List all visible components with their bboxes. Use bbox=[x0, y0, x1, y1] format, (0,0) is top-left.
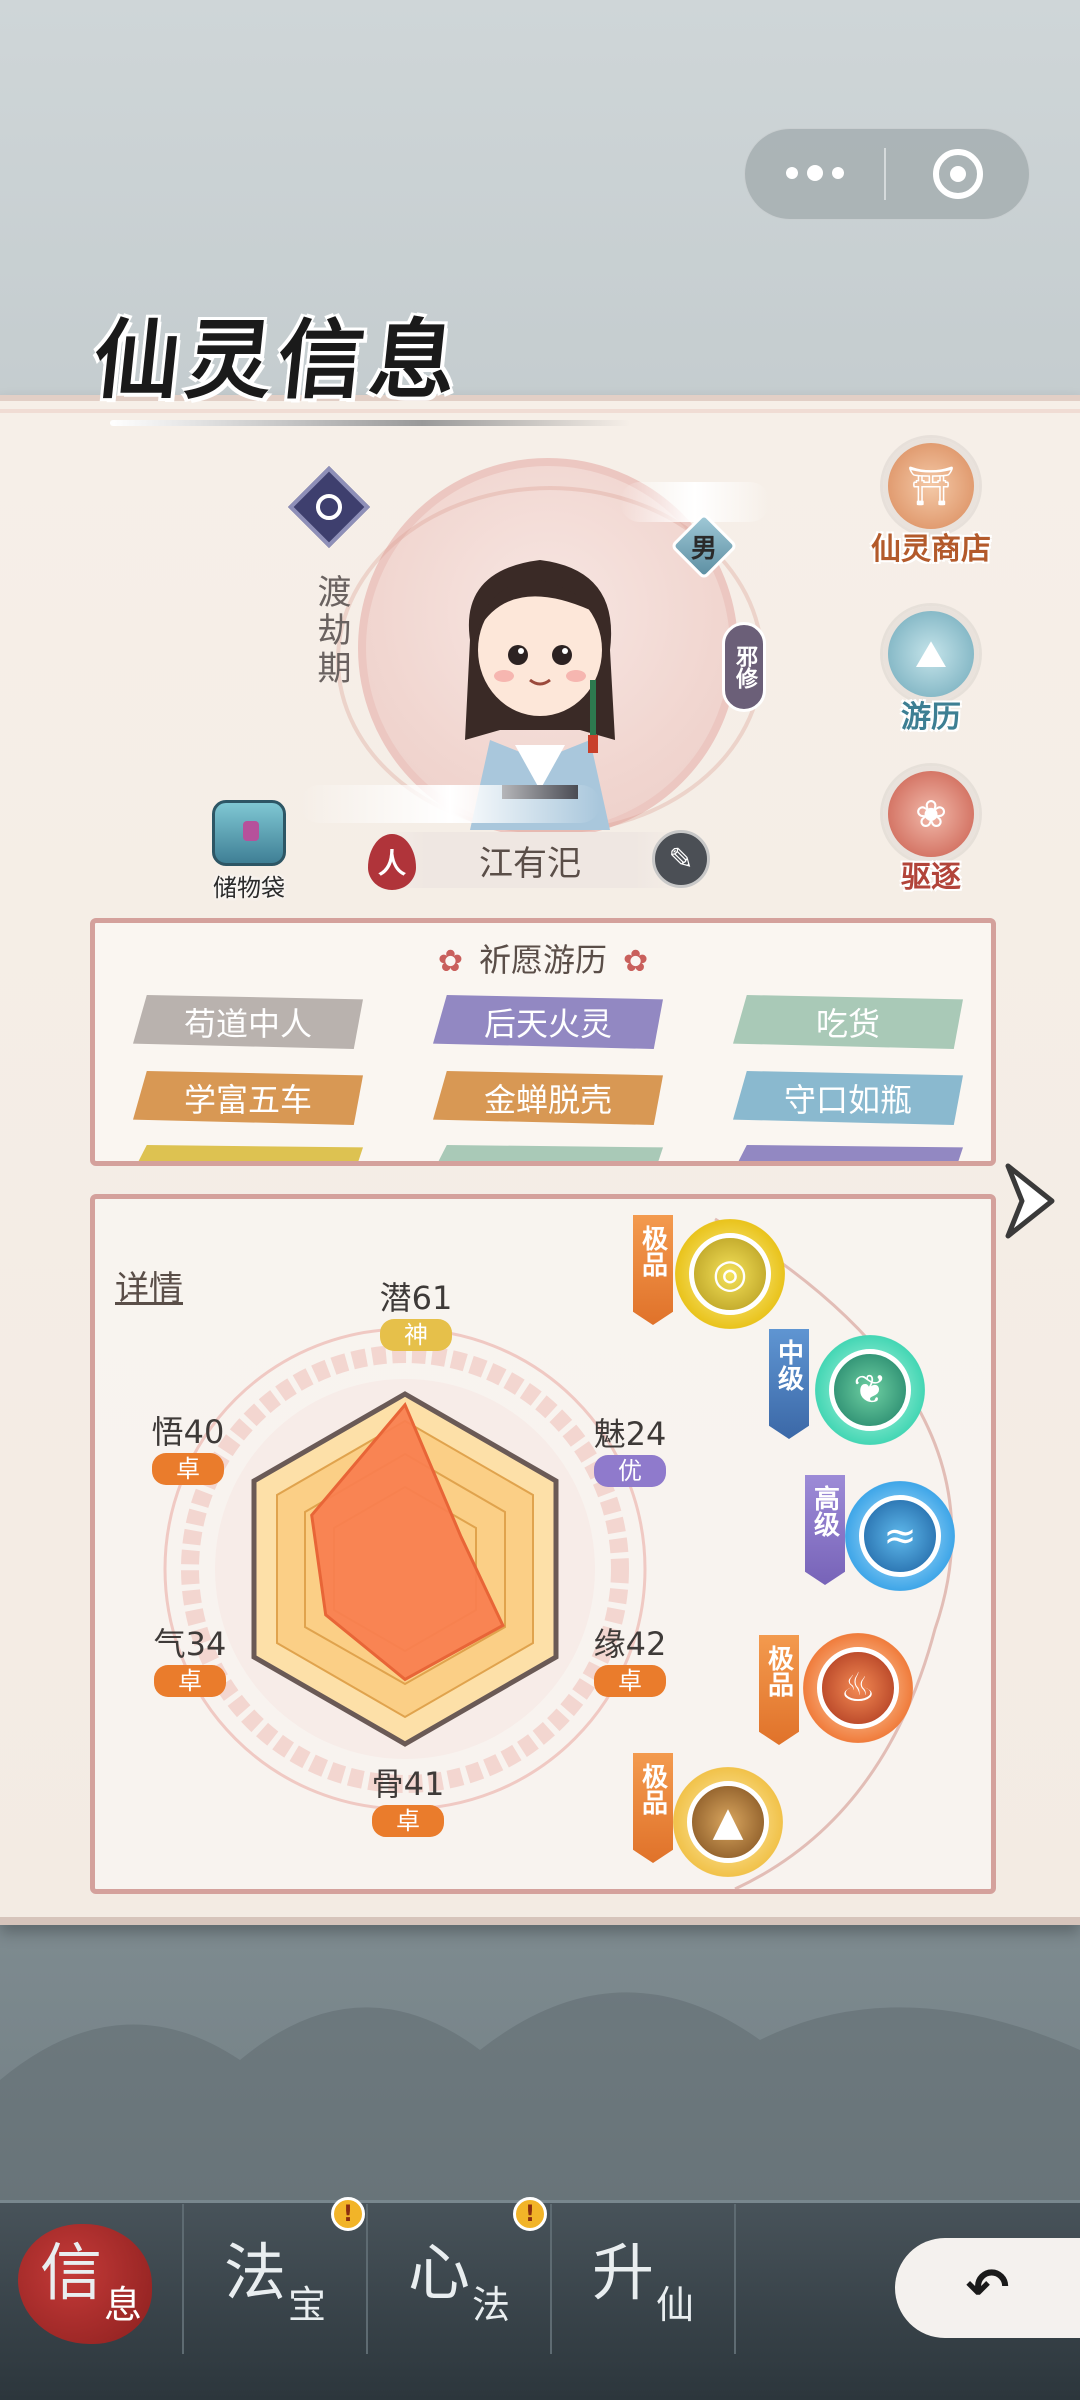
stat-potential: 潜61 神 bbox=[361, 1273, 471, 1351]
tab-small-char: 仙 bbox=[656, 2283, 695, 2327]
grade-ribbon: 极品 bbox=[633, 1215, 673, 1325]
attribute-box: 详情 潜61 神 魅24 优 缘42 卓 骨41 卓 气34 卓 悟40 卓 极… bbox=[90, 1194, 996, 1894]
gender-label: 男 bbox=[690, 533, 717, 564]
wish-tag[interactable]: 守口如瓶 bbox=[733, 1071, 963, 1125]
mountain-icon: ⛰ bbox=[883, 606, 979, 702]
leaf-icon: ❦ bbox=[829, 1349, 911, 1431]
wish-title: 祈愿游历 bbox=[478, 941, 607, 979]
flower-icon: ✿ bbox=[437, 944, 463, 979]
storage-bag-icon bbox=[212, 800, 286, 866]
grade-ribbon: 极品 bbox=[759, 1635, 799, 1745]
realm-label: 渡劫期 bbox=[311, 574, 351, 688]
stat-grade: 卓 bbox=[154, 1665, 226, 1697]
stat-grade: 卓 bbox=[152, 1453, 224, 1485]
expel-button[interactable]: ❀ 驱逐 bbox=[866, 766, 996, 896]
storage-bag-button[interactable]: 储物袋 bbox=[204, 800, 294, 903]
stat-label: 潜61 bbox=[379, 1279, 453, 1317]
target-circle-icon[interactable] bbox=[886, 149, 1029, 199]
spirit-shop-button[interactable]: ⛩ 仙灵商店 bbox=[866, 438, 996, 568]
spirit-shop-label: 仙灵商店 bbox=[871, 532, 991, 567]
tab-big-char: 心 bbox=[407, 2236, 470, 2309]
wish-tag-overflow bbox=[133, 1145, 963, 1161]
tab-small-char: 宝 bbox=[288, 2283, 327, 2327]
fire-root-button[interactable]: ♨ bbox=[803, 1633, 913, 1743]
rock-icon: ▲ bbox=[687, 1781, 769, 1863]
flower-icon: ✿ bbox=[623, 944, 649, 979]
metal-root-button[interactable]: ◎ bbox=[675, 1219, 785, 1329]
tab-big-char: 法 bbox=[223, 2236, 286, 2309]
earth-root-button[interactable]: ▲ bbox=[673, 1767, 783, 1877]
wood-root-button[interactable]: ❦ bbox=[815, 1335, 925, 1445]
grade-ribbon: 极品 bbox=[633, 1753, 673, 1863]
storage-bag-label: 储物袋 bbox=[213, 874, 285, 902]
shop-icon: ⛩ bbox=[883, 438, 979, 534]
character-name: 江有汜 bbox=[380, 832, 680, 888]
lotus-icon: ❀ bbox=[883, 766, 979, 862]
wave-icon: ≈ bbox=[859, 1495, 941, 1577]
flame-icon: ♨ bbox=[817, 1647, 899, 1729]
mini-program-capsule bbox=[744, 128, 1030, 220]
more-dots-icon[interactable] bbox=[745, 165, 884, 181]
title-underline bbox=[110, 420, 630, 426]
rename-brush-icon[interactable]: ✎ bbox=[652, 830, 710, 888]
grade-ribbon: 中级 bbox=[769, 1329, 809, 1439]
expel-label: 驱逐 bbox=[901, 860, 961, 895]
travel-label: 游历 bbox=[901, 700, 961, 735]
page-title: 仙灵信息 bbox=[88, 310, 468, 411]
wish-tag[interactable]: 苟道中人 bbox=[133, 995, 363, 1049]
stat-qi: 气34 卓 bbox=[135, 1619, 245, 1697]
wish-tag[interactable]: 学富五车 bbox=[133, 1071, 363, 1125]
grade-ribbon: 高级 bbox=[805, 1475, 845, 1585]
back-arrow-icon: ↶ bbox=[965, 2258, 1010, 2318]
wish-tag[interactable]: 吃货 bbox=[733, 995, 963, 1049]
wish-header: ✿ 祈愿游历 ✿ bbox=[95, 935, 991, 981]
tab-big-char: 信 bbox=[39, 2236, 102, 2309]
alert-icon: ! bbox=[331, 2197, 365, 2231]
tab-info[interactable]: 信 息 bbox=[0, 2204, 184, 2354]
chevron-right-icon[interactable] bbox=[1000, 1160, 1062, 1242]
wish-travel-box[interactable]: ✿ 祈愿游历 ✿ 苟道中人 后天火灵 吃货 学富五车 金蝉脱壳 守口如瓶 bbox=[90, 918, 996, 1166]
back-button[interactable]: ↶ bbox=[895, 2238, 1080, 2338]
wish-tag-list: 苟道中人 后天火灵 吃货 学富五车 金蝉脱壳 守口如瓶 bbox=[133, 995, 963, 1125]
stat-grade: 卓 bbox=[372, 1805, 444, 1837]
wish-tag-partial bbox=[433, 1145, 663, 1161]
tab-small-char: 法 bbox=[472, 2283, 511, 2327]
wish-tag-partial bbox=[133, 1145, 363, 1161]
stat-grade: 神 bbox=[380, 1319, 452, 1351]
wish-tag[interactable]: 后天火灵 bbox=[433, 995, 663, 1049]
alert-icon: ! bbox=[513, 2197, 547, 2231]
tab-big-char: 升 bbox=[591, 2236, 654, 2309]
gender-highlight bbox=[620, 482, 770, 522]
wish-tag-partial bbox=[733, 1145, 963, 1161]
tab-ascend[interactable]: 升 仙 bbox=[552, 2204, 736, 2354]
travel-button[interactable]: ⛰ 游历 bbox=[866, 606, 996, 736]
wish-tag[interactable]: 金蝉脱壳 bbox=[433, 1071, 663, 1125]
name-glow bbox=[300, 785, 600, 823]
cultivation-path-badge: 邪修 bbox=[722, 622, 766, 712]
stat-insight: 悟40 卓 bbox=[133, 1407, 243, 1485]
tab-small-char: 息 bbox=[104, 2283, 143, 2327]
water-root-button[interactable]: ≈ bbox=[845, 1481, 955, 1591]
stat-bone: 骨41 卓 bbox=[353, 1759, 463, 1837]
stat-label: 骨41 bbox=[371, 1765, 445, 1803]
mountain-background bbox=[0, 1992, 1080, 2200]
stat-label: 悟40 bbox=[151, 1413, 225, 1451]
stat-label: 气34 bbox=[153, 1625, 227, 1663]
metal-swirl-icon: ◎ bbox=[689, 1233, 771, 1315]
